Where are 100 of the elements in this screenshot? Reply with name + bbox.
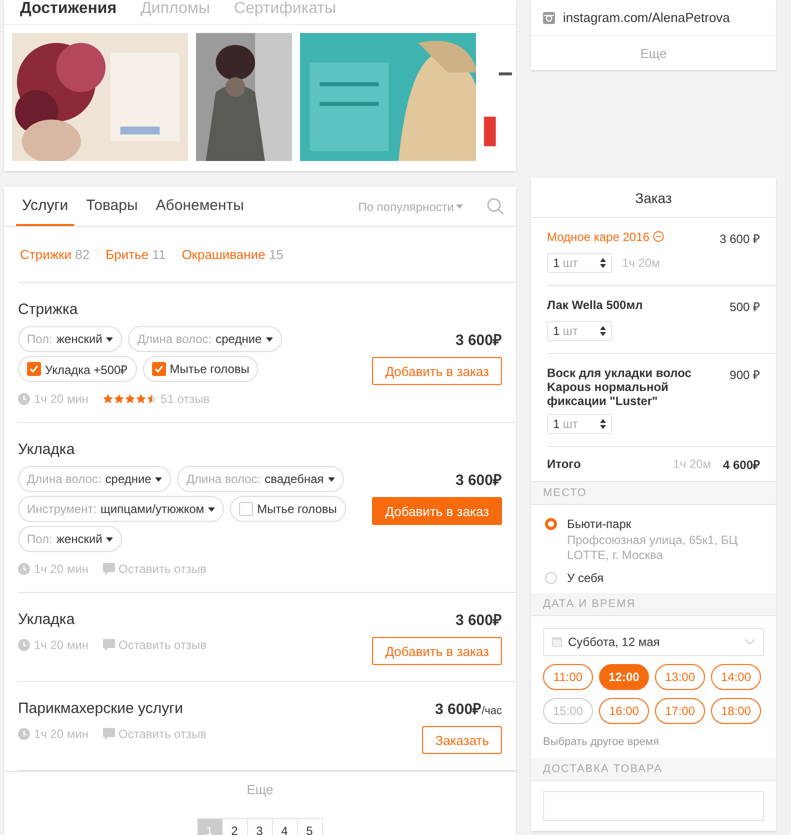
checkbox[interactable] xyxy=(152,362,166,376)
option-dropdown[interactable]: Длина волос: свадебная xyxy=(177,466,344,492)
order-item-name[interactable]: Модное каре 2016 xyxy=(547,230,650,244)
place-option[interactable]: Бьюти-парк Профсоюзная улица, 65к1, БЦ LOTTE, г. Москва xyxy=(545,517,760,563)
option-toggle[interactable]: Мытье головы xyxy=(230,496,346,522)
services-tab[interactable]: Услуги xyxy=(16,187,74,226)
quantity-field[interactable]: 1 шт xyxy=(547,414,612,434)
category-link[interactable]: Окрашивание 15 xyxy=(182,247,284,262)
remove-icon[interactable] xyxy=(653,231,664,242)
leave-review-link[interactable]: Оставить отзыв xyxy=(118,727,206,741)
option-dropdown[interactable]: Длина волос: средние xyxy=(18,466,172,492)
more-button[interactable]: Еще xyxy=(4,772,516,806)
contact-link[interactable]: instagram.com/AlenaPetrova xyxy=(563,10,730,25)
duration-text: 1ч 20 мин xyxy=(34,638,89,652)
date-dropdown[interactable]: Суббота, 12 мая xyxy=(543,628,764,656)
page-button[interactable]: 4 xyxy=(272,818,298,835)
page-button[interactable]: 5 xyxy=(296,818,322,835)
service-title: Укладка xyxy=(18,611,76,628)
section-header: ДАТА И ВРЕМЯ xyxy=(531,593,776,616)
sort-dropdown[interactable]: По популярности xyxy=(352,198,469,214)
option-dropdown[interactable]: Пол: женский xyxy=(18,326,122,352)
star-icon xyxy=(124,394,135,404)
services-tab[interactable]: Абонементы xyxy=(150,187,250,226)
clock-icon xyxy=(18,639,30,651)
add-to-order-button[interactable]: Заказать xyxy=(422,726,502,754)
service-price: 3 600₽/час xyxy=(435,700,502,718)
category-link[interactable]: Бритье 11 xyxy=(106,247,166,262)
section-header: МЕСТО xyxy=(531,482,776,505)
total-label: Итого xyxy=(547,457,582,471)
leave-review-link[interactable]: Оставить отзыв xyxy=(118,562,206,576)
option-toggle[interactable]: Укладка +500₽ xyxy=(18,356,137,382)
duration-text: 1ч 20 мин xyxy=(34,727,89,741)
service-title: Парикмахерские услуги xyxy=(18,700,184,717)
time-slot[interactable]: 14:00 xyxy=(711,664,761,690)
order-item-duration: 1ч 20м xyxy=(622,256,660,270)
option-toggle[interactable]: Мытье головы xyxy=(142,356,258,382)
stepper-icon[interactable] xyxy=(600,258,606,268)
option-dropdown[interactable]: Инструмент: щипцами/утюжком xyxy=(18,496,224,522)
time-slot[interactable]: 12:00 xyxy=(599,664,649,690)
more-button[interactable]: Еще xyxy=(531,36,776,70)
order-item-price: 900 ₽ xyxy=(730,367,760,384)
order-item-price: 3 600 ₽ xyxy=(720,231,760,247)
stepper-icon[interactable] xyxy=(600,326,606,336)
other-time-link[interactable]: Выбрать другое время xyxy=(543,736,764,748)
checkbox[interactable] xyxy=(239,502,254,516)
clock-icon xyxy=(18,563,30,575)
add-to-order-button[interactable]: Добавить в заказ xyxy=(372,497,502,525)
page-button[interactable]: 3 xyxy=(246,818,272,835)
star-icon xyxy=(146,394,157,404)
service-price: 3 600₽ xyxy=(455,471,502,489)
add-to-order-button[interactable]: Добавить в заказ xyxy=(372,637,502,665)
service-title: Стрижка xyxy=(18,301,79,318)
caret-icon xyxy=(208,506,216,512)
caret-icon xyxy=(155,476,162,482)
calendar-icon xyxy=(552,637,562,647)
radio[interactable] xyxy=(545,518,557,530)
caret-icon xyxy=(328,476,335,482)
services-tab[interactable]: Товары xyxy=(80,187,144,226)
category-link[interactable]: Стрижки 82 xyxy=(20,247,90,262)
option-dropdown[interactable]: Длина волос: средние xyxy=(128,326,282,352)
clock-icon xyxy=(18,393,30,405)
comment-icon xyxy=(102,563,115,575)
section-header: ДОСТАВКА ТОВАРА xyxy=(531,758,776,781)
time-slot[interactable]: 11:00 xyxy=(543,664,593,690)
time-slot[interactable]: 17:00 xyxy=(655,698,705,724)
leave-review-link[interactable]: Оставить отзыв xyxy=(118,638,206,652)
chevron-icon xyxy=(745,639,755,645)
radio[interactable] xyxy=(545,572,557,584)
comment-icon xyxy=(102,639,115,651)
caret-icon xyxy=(456,204,463,209)
achievement-tab[interactable]: Сертификаты xyxy=(234,0,336,18)
add-to-order-button[interactable]: Добавить в заказ xyxy=(372,357,502,385)
page-button[interactable]: 2 xyxy=(222,818,248,835)
order-item-name: Лак Wella 500мл xyxy=(547,298,643,314)
achievement-tab[interactable]: Достижения xyxy=(20,0,117,18)
instagram-icon xyxy=(543,12,555,24)
option-dropdown[interactable]: Пол: женский xyxy=(18,526,122,552)
achievement-tab[interactable]: Дипломы xyxy=(140,0,210,18)
time-slot[interactable]: 13:00 xyxy=(655,664,705,690)
review-count[interactable]: 51 отзыв xyxy=(160,392,210,406)
service-price: 3 600₽ xyxy=(455,331,502,349)
checkbox[interactable] xyxy=(27,362,41,376)
stepper-icon[interactable] xyxy=(600,419,606,429)
quantity-field[interactable]: 1 шт xyxy=(547,321,612,341)
order-item-name: Воск для укладки волос Kapous нормальной фиксации "Luster" xyxy=(547,366,692,408)
search-icon[interactable] xyxy=(487,198,504,215)
clock-icon xyxy=(18,728,30,740)
service-title: Укладка xyxy=(18,441,76,458)
total-sum: 4 600₽ xyxy=(722,456,760,472)
place-option[interactable]: У себя xyxy=(545,571,760,585)
comment-icon xyxy=(102,728,115,740)
caret-icon xyxy=(106,536,114,542)
total-duration: 1ч 20м xyxy=(673,457,711,471)
time-slot[interactable]: 18:00 xyxy=(711,698,761,724)
duration-text: 1ч 20 мин xyxy=(34,392,89,406)
star-icon xyxy=(114,394,124,404)
delivery-field[interactable] xyxy=(543,791,764,821)
quantity-field[interactable]: 1 шт xyxy=(547,253,612,273)
time-slot[interactable]: 16:00 xyxy=(599,698,649,724)
star-icon xyxy=(136,394,146,404)
